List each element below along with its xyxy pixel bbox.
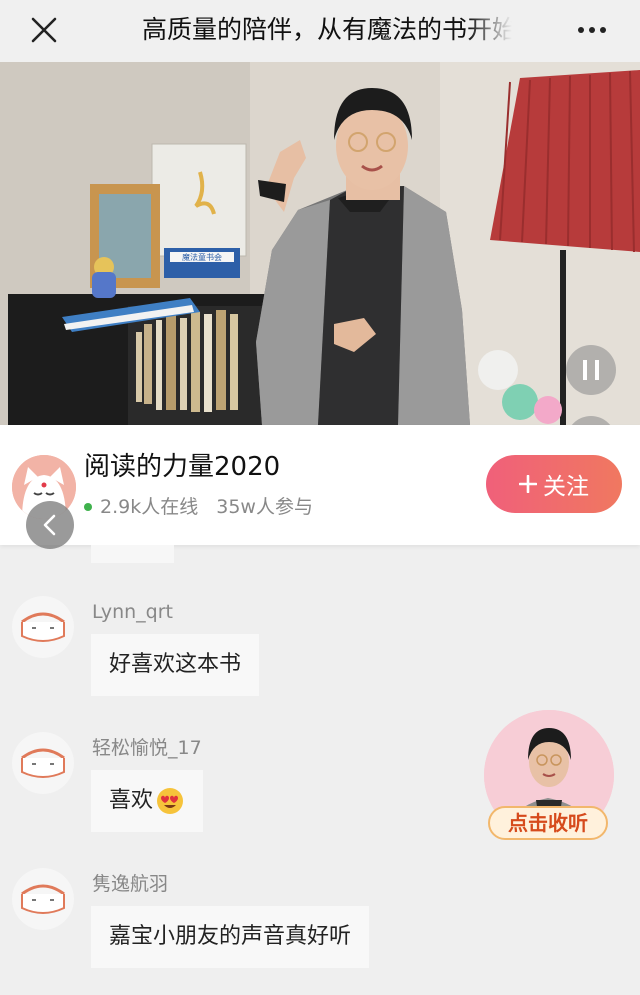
listen-widget[interactable]: 点击收听 (484, 710, 616, 840)
user-avatar[interactable] (12, 732, 74, 794)
cat-face-icon (12, 868, 74, 930)
comment-text: 嘉宝小朋友的声音真好听 (91, 906, 370, 968)
pause-icon (583, 360, 587, 380)
comment-text: 喜欢 (109, 788, 154, 813)
previous-comment-bubble (91, 545, 174, 563)
more-button[interactable] (570, 10, 614, 50)
close-button[interactable] (24, 10, 64, 50)
back-button[interactable] (26, 501, 74, 549)
room-info-card: 阅读的力量2020 2.9k人在线 35w人参与 关注 (0, 425, 640, 545)
participant-count: 35w人参与 (216, 496, 313, 518)
more-dots-icon (578, 27, 584, 33)
follow-label: 关注 (543, 474, 589, 500)
top-bar: 高质量的陪伴，从有魔法的书开始 (0, 0, 640, 62)
comment-username: 轻松愉悦_17 (92, 737, 202, 759)
live-video[interactable]: 魔法童书会 (0, 62, 640, 425)
pause-button[interactable] (566, 345, 616, 395)
user-avatar[interactable] (12, 596, 74, 658)
room-title: 阅读的力量2020 (84, 452, 281, 482)
comment-username: Lynn_qrt (92, 601, 173, 623)
online-count: 2.9k人在线 (100, 496, 199, 518)
chevron-left-icon (43, 514, 56, 536)
page-title: 高质量的陪伴，从有魔法的书开始 (142, 15, 512, 44)
room-stats: 2.9k人在线 35w人参与 (84, 493, 313, 521)
plus-icon (519, 475, 537, 493)
cat-face-icon (12, 596, 74, 658)
comment-bubble: 喜欢 (91, 770, 204, 832)
follow-button[interactable]: 关注 (486, 455, 622, 513)
close-icon (31, 17, 57, 43)
listen-label: 点击收听 (488, 806, 608, 840)
comment-text: 好喜欢这本书 (91, 634, 260, 696)
user-avatar[interactable] (12, 868, 74, 930)
video-frame: 魔法童书会 (0, 62, 640, 425)
comment-username: 隽逸航羽 (92, 873, 169, 895)
cat-face-icon (12, 732, 74, 794)
heart-eyes-emoji-icon (157, 788, 184, 814)
book-cover-text: 魔法童书会 (182, 252, 222, 262)
online-indicator (84, 503, 92, 511)
